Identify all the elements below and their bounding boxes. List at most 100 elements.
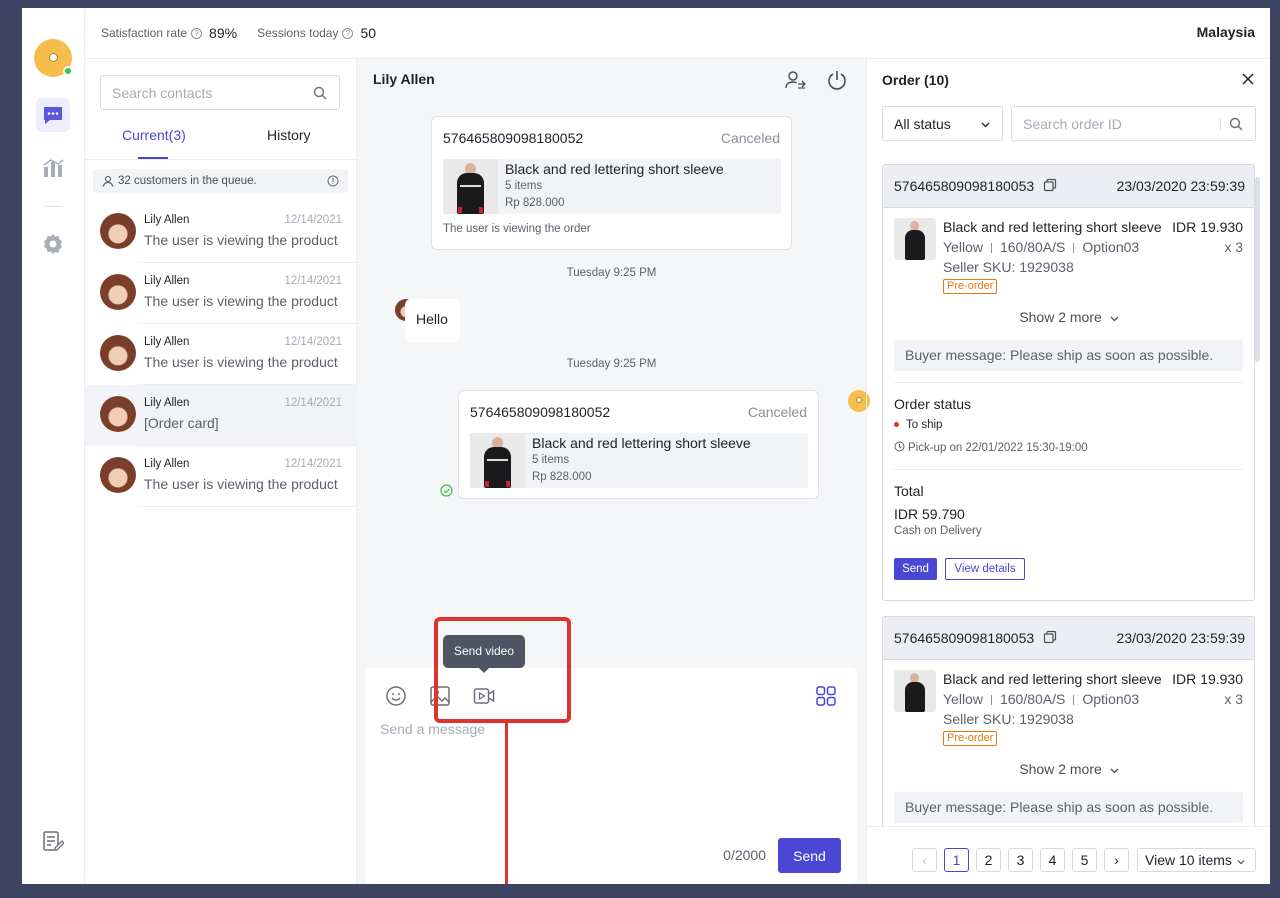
product-thumbnail: [894, 218, 936, 260]
region-label[interactable]: Malaysia: [1197, 24, 1255, 40]
status-filter-select[interactable]: All status: [882, 106, 1003, 141]
pickup-text: Pick-up on 22/01/2022 15:30-19:00: [908, 442, 1088, 454]
show-more-label: Show 2 more: [1019, 309, 1102, 325]
contact-item[interactable]: Lily Allen 12/14/2021 The user is viewin…: [85, 324, 357, 385]
row-divider: [137, 506, 357, 507]
order-search: [1011, 106, 1256, 141]
apps-grid-icon[interactable]: [814, 684, 838, 708]
order-id: 576465809098180052: [443, 130, 584, 146]
thumb-body: [905, 682, 925, 712]
total-title: Total: [894, 483, 924, 499]
message-bubble: Hello: [405, 299, 460, 342]
variant-color: Yellow: [943, 691, 983, 707]
section-divider: [894, 469, 1243, 470]
transfer-user-icon[interactable]: [784, 69, 806, 91]
orders-scrollbar[interactable]: [1255, 177, 1260, 362]
product-items: 5 items: [505, 180, 543, 192]
section-divider: [894, 382, 1243, 383]
send-button[interactable]: Send: [778, 838, 841, 873]
view-details-button[interactable]: View details: [945, 558, 1025, 580]
preorder-tag: Pre-order: [943, 731, 998, 746]
emoji-icon[interactable]: [384, 684, 408, 708]
help-icon[interactable]: [327, 175, 339, 187]
contact-search-input[interactable]: [101, 76, 301, 109]
rail-chat[interactable]: [36, 98, 70, 132]
contact-item[interactable]: Lily Allen 12/14/2021 The user is viewin…: [85, 202, 357, 263]
product-items: 5 items: [532, 454, 570, 466]
order-card[interactable]: 576465809098180052 Canceled Black and re…: [458, 390, 819, 499]
product-variant: Yellow 160/80A/S Option03: [943, 239, 1139, 255]
product-price: IDR 19.930: [1172, 671, 1243, 687]
prev-page-button[interactable]: ‹: [912, 848, 937, 872]
page-size-select[interactable]: View 10 items: [1137, 848, 1256, 872]
contact-preview: The user is viewing the product: [144, 232, 338, 248]
stat-value: 50: [360, 25, 377, 41]
stat-satisfaction: Satisfaction rate ? 89%: [101, 25, 237, 41]
app-window: Satisfaction rate ? 89% Sessions today ?…: [22, 8, 1270, 884]
copy-icon[interactable]: [1043, 178, 1057, 192]
page-2-button[interactable]: 2: [976, 848, 1001, 872]
contact-date: 12/14/2021: [284, 397, 342, 409]
clock-icon: [894, 441, 905, 452]
contact-item[interactable]: Lily Allen 12/14/2021 The user is viewin…: [85, 263, 357, 324]
order-card-header: 576465809098180053 23/03/2020 23:59:39: [883, 617, 1254, 660]
order-card[interactable]: 576465809098180052 Canceled Black and re…: [431, 116, 792, 250]
stat-label: Sessions today: [257, 26, 339, 40]
annotation-pointer-line: [505, 723, 508, 884]
order-id: 576465809098180052: [470, 404, 611, 420]
show-more-toggle[interactable]: Show 2 more: [883, 309, 1254, 325]
product-price: IDR 19.930: [1172, 219, 1243, 235]
avatar-photo: [100, 213, 136, 249]
variant-size: 160/80A/S: [999, 691, 1066, 707]
contact-date: 12/14/2021: [284, 214, 342, 226]
char-count: 0/2000: [723, 847, 766, 863]
rail-notes[interactable]: [36, 824, 70, 858]
buyer-message: Buyer message: Please ship as soon as po…: [894, 792, 1243, 823]
contact-preview: The user is viewing the product: [144, 293, 338, 309]
copy-icon[interactable]: [1043, 630, 1057, 644]
thumb-red: [485, 481, 489, 487]
send-order-button[interactable]: Send: [894, 558, 937, 580]
rail-settings[interactable]: [36, 227, 70, 261]
status-dot: [894, 422, 899, 428]
page-5-button[interactable]: 5: [1072, 848, 1097, 872]
contact-avatar: [100, 396, 136, 432]
page-1-button[interactable]: 1: [944, 848, 969, 872]
tab-history[interactable]: History: [267, 127, 311, 143]
chat-icon: [44, 107, 62, 124]
contact-date: 12/14/2021: [284, 336, 342, 348]
queue-banner: 32 customers in the queue.: [93, 169, 348, 193]
chevron-down-icon: [1110, 768, 1119, 774]
page-3-button[interactable]: 3: [1008, 848, 1033, 872]
order-detail-card: 576465809098180053 23/03/2020 23:59:39 B…: [882, 616, 1255, 856]
search-icon[interactable]: [1229, 117, 1243, 131]
status-filter-value: All status: [894, 116, 951, 132]
contact-search: [100, 75, 340, 110]
next-page-button[interactable]: ›: [1104, 848, 1129, 872]
left-rail: [22, 8, 85, 884]
help-icon[interactable]: ?: [191, 27, 203, 39]
pickup-time: Pick-up on 22/01/2022 15:30-19:00: [894, 441, 1088, 454]
order-search-input[interactable]: [1012, 107, 1212, 140]
avatar-face: [49, 53, 58, 62]
order-status-title: Order status: [894, 396, 972, 412]
message-input[interactable]: [380, 721, 840, 821]
power-icon[interactable]: [826, 69, 848, 91]
annotation-highlight-box: [434, 617, 571, 723]
help-icon[interactable]: ?: [342, 27, 354, 39]
contact-date: 12/14/2021: [284, 458, 342, 470]
thumb-red: [506, 481, 510, 487]
show-more-toggle[interactable]: Show 2 more: [883, 761, 1254, 777]
contact-item[interactable]: Lily Allen 12/14/2021 The user is viewin…: [85, 446, 357, 507]
total-amount: IDR 59.790: [894, 506, 965, 522]
contact-item-selected[interactable]: Lily Allen 12/14/2021 [Order card]: [85, 385, 357, 446]
page-4-button[interactable]: 4: [1040, 848, 1065, 872]
tab-current[interactable]: Current(3): [122, 127, 186, 143]
agent-avatar[interactable]: [34, 39, 73, 77]
rail-analytics[interactable]: [36, 151, 70, 185]
search-icon[interactable]: [313, 86, 327, 100]
close-icon[interactable]: [1241, 72, 1255, 86]
orders-title: Order (10): [882, 72, 949, 88]
order-status: Canceled: [747, 404, 807, 420]
settings-icon: [44, 234, 62, 254]
